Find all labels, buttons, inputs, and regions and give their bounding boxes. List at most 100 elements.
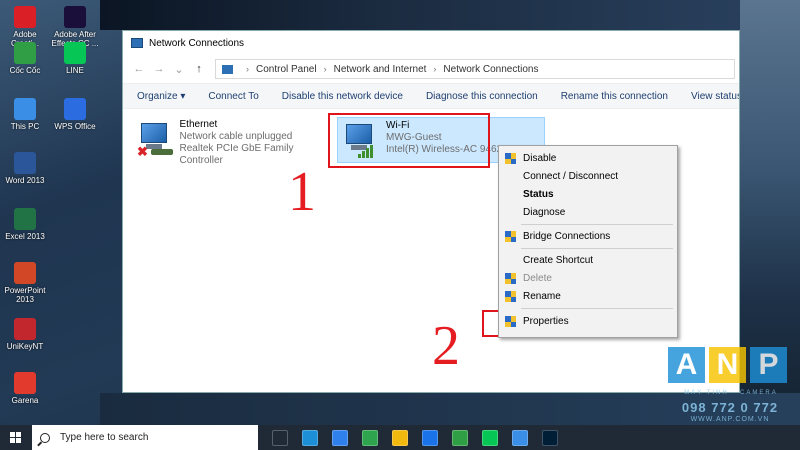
breadcrumb-separator-icon[interactable]: ›: [246, 64, 249, 74]
rename-connection-button[interactable]: Rename this connection: [561, 91, 668, 102]
menu-item-label: Diagnose: [523, 207, 566, 218]
wps-office-icon: [64, 98, 86, 120]
word-icon: [14, 152, 36, 174]
edge-icon[interactable]: [302, 429, 318, 446]
back-arrow-icon[interactable]: ←: [131, 63, 147, 75]
menu-item-properties[interactable]: Properties: [499, 313, 677, 331]
view-status-button[interactable]: View status of: [691, 91, 739, 102]
desktop-shortcut[interactable]: WPS Office: [50, 98, 100, 131]
taskbar: Type here to search: [0, 425, 800, 450]
ethernet-connection[interactable]: ✖ Ethernet Network cable unplugged Realt…: [137, 119, 333, 166]
uac-shield-icon: [505, 273, 516, 285]
anp-phone: 098 772 0 772: [681, 400, 779, 415]
messenger-icon[interactable]: [332, 429, 348, 446]
menu-item-status[interactable]: Status: [499, 186, 677, 204]
menu-item-label: Rename: [523, 291, 561, 302]
desktop-shortcut-label: LINE: [66, 66, 84, 75]
desktop-shortcut-label: Garena: [11, 396, 39, 405]
after-effects-icon: [64, 6, 86, 28]
desktop-shortcut[interactable]: UniKeyNT: [0, 318, 50, 351]
windows-logo-icon: [10, 431, 22, 444]
step-number-2: 2: [432, 315, 460, 377]
anp-logo-letter: P: [750, 347, 787, 383]
breadcrumb-separator-icon[interactable]: ›: [324, 64, 327, 74]
up-arrow-icon[interactable]: ↑: [191, 63, 207, 75]
menu-separator: [521, 248, 673, 249]
menu-separator: [521, 224, 673, 225]
network-connections-icon: [131, 38, 143, 48]
excel-icon: [14, 208, 36, 230]
menu-item-create-shortcut[interactable]: Create Shortcut: [499, 252, 677, 270]
menu-item-label: Create Shortcut: [523, 255, 594, 266]
connection-status: Network cable unplugged: [179, 131, 293, 142]
uac-shield-icon: [505, 291, 516, 303]
garena-icon: [14, 372, 36, 394]
desktop-shortcut[interactable]: This PC: [0, 98, 50, 131]
address-bar: ← → ⌄ ↑ › Control Panel › Network and In…: [123, 55, 739, 83]
connect-to-button[interactable]: Connect To: [208, 91, 258, 102]
menu-item-diagnose[interactable]: Diagnose: [499, 204, 677, 222]
disconnected-x-icon: ✖: [137, 144, 148, 159]
anp-logo: A N P: [668, 347, 790, 387]
diagnose-connection-button[interactable]: Diagnose this connection: [426, 91, 538, 102]
breadcrumb[interactable]: › Control Panel › Network and Internet ›…: [215, 59, 735, 79]
breadcrumb-control-panel[interactable]: Control Panel: [256, 64, 317, 75]
network-connections-icon[interactable]: [512, 429, 528, 446]
context-menu: Disable Connect / Disconnect Status Diag…: [498, 145, 678, 338]
desktop-shortcut-label: Word 2013: [5, 176, 45, 185]
menu-item-label: Properties: [523, 316, 569, 327]
menu-separator: [521, 308, 673, 309]
menu-item-rename[interactable]: Rename: [499, 288, 677, 306]
organize-button[interactable]: Organize ▾: [137, 91, 185, 102]
desktop-shortcut-label: WPS Office: [54, 122, 96, 131]
desktop-shortcut[interactable]: Excel 2013: [0, 208, 50, 241]
desktop-shortcut[interactable]: Garena: [0, 372, 50, 405]
desktop-wallpaper-top: [100, 0, 800, 30]
desktop-shortcut-label: Excel 2013: [5, 232, 45, 241]
desktop-shortcut-label: This PC: [10, 122, 40, 131]
breadcrumb-network-and-internet[interactable]: Network and Internet: [334, 64, 427, 75]
file-explorer-icon[interactable]: [392, 429, 408, 446]
menu-item-disable[interactable]: Disable: [499, 150, 677, 168]
breadcrumb-network-connections[interactable]: Network Connections: [443, 64, 538, 75]
mail-icon[interactable]: [422, 429, 438, 446]
desktop-shortcut[interactable]: LINE: [50, 42, 100, 75]
taskbar-search-box[interactable]: Type here to search: [32, 425, 258, 450]
search-icon: [40, 432, 50, 443]
command-bar: Organize ▾ Connect To Disable this netwo…: [123, 83, 739, 109]
chat-icon[interactable]: [362, 429, 378, 446]
step-number-1: 1: [288, 161, 316, 223]
desktop-shortcut-label: UniKeyNT: [6, 342, 44, 351]
menu-item-connect-disconnect[interactable]: Connect / Disconnect: [499, 168, 677, 186]
menu-item-label: Connect / Disconnect: [523, 171, 619, 182]
desktop-shortcut-label: Cốc Cốc: [9, 66, 41, 75]
line-icon[interactable]: [482, 429, 498, 446]
this-pc-icon: [14, 98, 36, 120]
desktop-shortcut[interactable]: Cốc Cốc: [0, 42, 50, 75]
ethernet-adapter-icon: ✖: [137, 121, 173, 159]
menu-item-bridge-connections[interactable]: Bridge Connections: [499, 228, 677, 246]
breadcrumb-separator-icon[interactable]: ›: [433, 64, 436, 74]
desktop-shortcut[interactable]: Word 2013: [0, 152, 50, 185]
forward-arrow-icon[interactable]: →: [151, 63, 167, 75]
adobe-cc-icon: [14, 6, 36, 28]
connection-name: Ethernet: [179, 119, 218, 130]
title-bar: Network Connections: [123, 31, 739, 55]
recent-locations-chevron-icon[interactable]: ⌄: [171, 63, 187, 76]
line-icon: [64, 42, 86, 64]
anp-website: WWW.ANP.COM.VN: [690, 416, 770, 423]
desktop-shortcut[interactable]: PowerPoint 2013: [0, 262, 50, 304]
window-title: Network Connections: [149, 37, 245, 49]
desktop-shortcut-label: PowerPoint 2013: [4, 286, 46, 304]
menu-item-label: Bridge Connections: [523, 231, 611, 242]
control-panel-icon: [222, 64, 233, 74]
task-view-icon[interactable]: [272, 429, 288, 446]
search-placeholder: Type here to search: [60, 432, 149, 443]
uac-shield-icon: [505, 231, 516, 243]
disable-device-button[interactable]: Disable this network device: [282, 91, 403, 102]
uac-shield-icon: [505, 316, 516, 328]
unikey-icon: [14, 318, 36, 340]
coccoc-icon[interactable]: [452, 429, 468, 446]
photoshop-icon[interactable]: [542, 429, 558, 446]
start-button[interactable]: [0, 425, 32, 450]
